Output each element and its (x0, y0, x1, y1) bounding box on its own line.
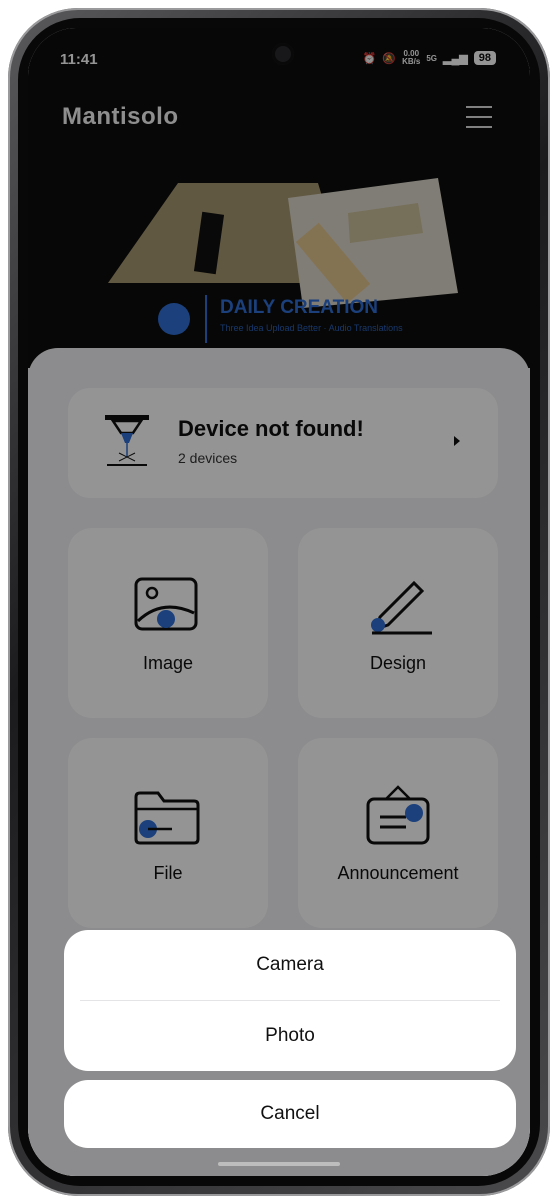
camera-option[interactable]: Camera (64, 930, 516, 1000)
action-sheet: Camera Photo (64, 930, 516, 1071)
photo-option[interactable]: Photo (64, 1001, 516, 1071)
cancel-button[interactable]: Cancel (64, 1080, 516, 1148)
screen: 11:41 ⏰ 🔕 0.00 KB/s 5G ▂▄▆ 98 Mantisolo (28, 28, 530, 1176)
home-indicator[interactable] (218, 1162, 340, 1166)
